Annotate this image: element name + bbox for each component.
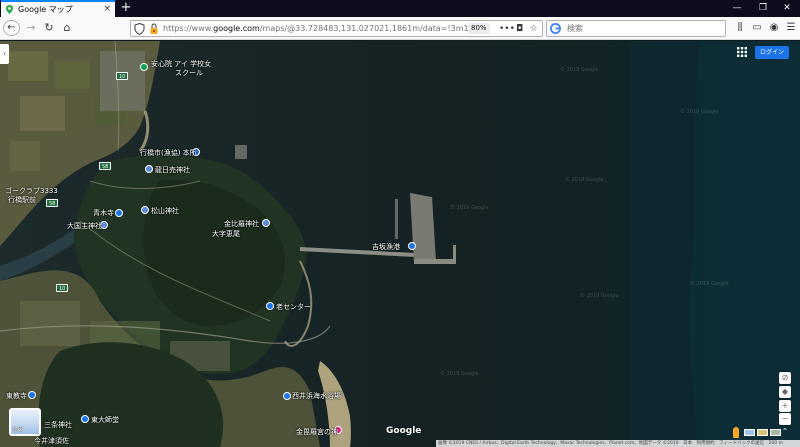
place-label[interactable]: 西井浜海水浴場	[282, 392, 341, 401]
pocket-icon[interactable]: ◘	[514, 23, 525, 35]
imagery-thumbnail[interactable]	[757, 429, 768, 436]
url-prefix: https://www.	[163, 24, 214, 33]
google-apps-grid-icon[interactable]	[737, 47, 747, 57]
compass-icon[interactable]: ⊘	[779, 372, 791, 384]
place-label[interactable]: 安心院 アイ 学校女	[151, 60, 211, 69]
new-tab-button[interactable]: +	[119, 0, 133, 16]
collapse-panel-button[interactable]: ›	[0, 44, 9, 64]
account-icon[interactable]: ◉	[766, 20, 782, 36]
satellite-map[interactable]: © 2019 Google © 2019 Google © 2019 Googl…	[0, 41, 800, 447]
url-text[interactable]: https://www.google.com/maps/@33.728483,1…	[163, 23, 487, 35]
tab-strip: Google マップ × + — ❐ ✕	[0, 0, 800, 17]
layer-label: 地図	[13, 427, 24, 433]
zoom-in-button[interactable]: +	[779, 400, 791, 412]
road-number-badge: 10	[56, 284, 69, 292]
place-label[interactable]: 行橋駅前	[8, 196, 36, 205]
place-label[interactable]: 松山神社	[151, 207, 179, 216]
place-label[interactable]: 青木寺	[93, 209, 114, 218]
shrine-pin-icon[interactable]	[145, 165, 153, 173]
imagery-watermark: © 2019 Google	[690, 281, 729, 287]
google-logo: Google	[386, 426, 422, 436]
url-domain: google.com	[213, 24, 260, 33]
place-label[interactable]: 老センター	[276, 303, 311, 312]
imagery-watermark: © 2019 Google	[580, 293, 619, 299]
close-window-icon[interactable]: ✕	[774, 0, 800, 16]
imagery-watermark: © 2019 Google	[680, 109, 719, 115]
bookmark-star-icon[interactable]: ☆	[528, 23, 539, 35]
library-icon[interactable]: ⫼	[732, 20, 748, 36]
place-label[interactable]: スクール	[175, 69, 203, 78]
search-bar[interactable]: 検索	[546, 20, 726, 37]
login-button[interactable]: ログイン	[755, 46, 789, 59]
place-pin-icon[interactable]	[266, 302, 274, 310]
road-number-badge: 10	[116, 72, 129, 80]
imagery-watermark: © 2019 Google	[565, 177, 604, 183]
shrine-pin-icon[interactable]	[262, 219, 270, 227]
place-pin-icon[interactable]	[28, 391, 36, 399]
tracking-shield-icon[interactable]	[134, 23, 145, 35]
lock-icon[interactable]	[149, 23, 159, 35]
url-bar[interactable]: https://www.google.com/maps/@33.728483,1…	[130, 20, 543, 37]
imagery-watermark: © 2019 Google	[560, 67, 599, 73]
pegman-icon[interactable]	[733, 427, 739, 438]
school-pin-icon[interactable]	[140, 63, 148, 71]
zoom-level-badge[interactable]: 80%	[468, 23, 490, 34]
tab-google-maps[interactable]: Google マップ ×	[1, 0, 115, 17]
url-path: /maps/@33.728483,131.027021,1861m/data=!…	[259, 24, 487, 33]
browser-window: Google マップ × + — ❐ ✕ ← → ↻ ⌂ https://www…	[0, 0, 800, 447]
place-label[interactable]: 東教寺	[6, 392, 27, 401]
nav-toolbar: ← → ↻ ⌂ https://www.google.com/maps/@33.…	[0, 17, 800, 40]
zoom-out-button[interactable]: −	[779, 413, 791, 425]
place-label[interactable]: 大国主神社	[67, 222, 102, 231]
forward-arrow-icon[interactable]: →	[23, 20, 39, 36]
road-number-badge: 58	[46, 199, 59, 207]
map-attribution: 画像 ©2019 CNES / Airbus、Digital Earth Tec…	[436, 440, 800, 447]
shrine-pin-icon[interactable]	[141, 206, 149, 214]
google-search-engine-icon	[550, 23, 561, 34]
place-label[interactable]: 行橋市(漁協) 本所	[140, 149, 197, 158]
imagery-thumbnail[interactable]	[770, 429, 781, 436]
port-pin-icon[interactable]	[408, 242, 416, 250]
google-maps-favicon-icon	[5, 5, 14, 14]
place-label[interactable]: ゴークラブ3333	[5, 187, 58, 196]
place-label[interactable]: 吉坂漁港	[372, 243, 400, 252]
place-label[interactable]: 今井津須佐	[34, 437, 69, 446]
menu-icon[interactable]: ☰	[783, 20, 799, 36]
back-arrow-icon[interactable]: ←	[3, 20, 20, 36]
place-pin-icon[interactable]	[81, 415, 89, 423]
place-label[interactable]: 龍日売神社	[155, 166, 190, 175]
search-input[interactable]: 検索	[567, 23, 583, 35]
place-pin-icon[interactable]	[115, 209, 123, 217]
restore-icon[interactable]: ❐	[750, 0, 776, 16]
layer-switch-thumbnail[interactable]: 地図	[9, 408, 41, 436]
page-actions-icon[interactable]: •••	[499, 23, 515, 35]
tilt-icon[interactable]: ◆	[779, 386, 791, 398]
satellite-imagery	[0, 41, 800, 447]
minimize-icon[interactable]: —	[724, 0, 750, 16]
place-label[interactable]: 大字恵尾	[212, 230, 240, 239]
place-label[interactable]: 東大師堂	[91, 416, 119, 425]
road-number-badge: 58	[99, 162, 112, 170]
imagery-watermark: © 2019 Google	[440, 371, 479, 377]
imagery-thumbnail[interactable]	[744, 429, 755, 436]
imagery-watermark: © 2019 Google	[450, 205, 489, 211]
close-tab-icon[interactable]: ×	[103, 4, 111, 15]
home-icon[interactable]: ⌂	[59, 20, 75, 36]
sidebar-icon[interactable]: ▭	[749, 20, 765, 36]
place-label[interactable]: 金毘羅宮の神	[296, 428, 338, 437]
place-label[interactable]: 三条神社	[44, 421, 72, 430]
tab-title: Google マップ	[18, 5, 73, 14]
reload-icon[interactable]: ↻	[41, 20, 57, 36]
place-label[interactable]: 金比羅神社	[224, 220, 259, 229]
